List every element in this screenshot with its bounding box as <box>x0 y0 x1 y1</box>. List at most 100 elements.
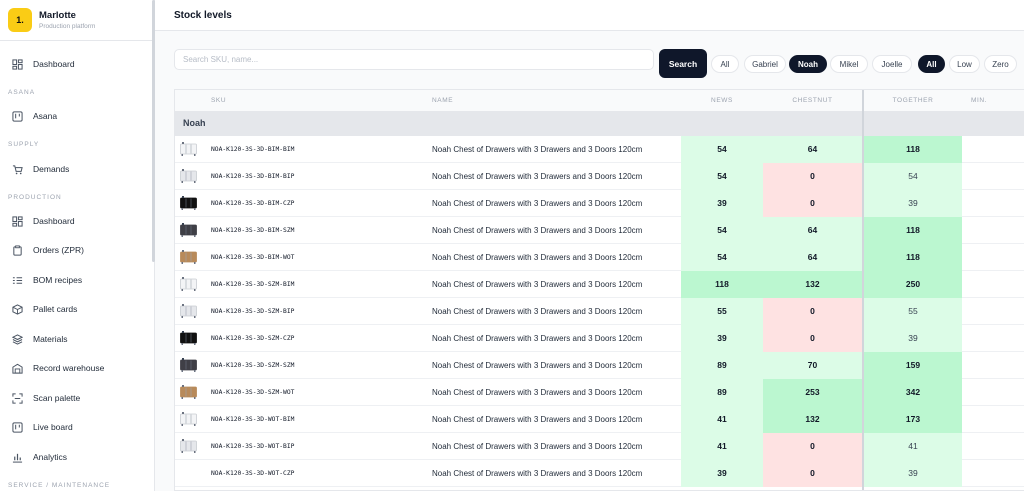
table-row[interactable]: NOA-K120-3S-3D-WOT-BIP Noah Chest of Draw… <box>175 433 1024 460</box>
table-row[interactable]: NOA-K120-3S-3D-BIM-WOT Noah Chest of Draw… <box>175 244 1024 271</box>
sku-cell: NOA-K120-3S-3D-SZM-BIP <box>211 308 295 315</box>
main-content: Stock levels Search AllGabrielNoahMikelJ… <box>155 0 1024 491</box>
sidebar-item-materials[interactable]: Materials <box>0 327 150 351</box>
together-cell: 41 <box>864 433 962 460</box>
package-icon <box>11 303 23 315</box>
owner-filter-joelle[interactable]: Joelle <box>872 55 912 73</box>
sidebar-item-live-board[interactable]: Live board <box>0 415 150 439</box>
news-cell: 39 <box>681 460 763 487</box>
name-cell: Noah Chest of Drawers with 3 Drawers and… <box>432 199 643 208</box>
section-supply: SUPPLY <box>8 141 40 148</box>
table-row[interactable]: NOA-K120-3S-3D-BIM-BIP Noah Chest of Draw… <box>175 163 1024 190</box>
table-row[interactable]: NOA-K120-3S-3D-BIM-SZM Noah Chest of Draw… <box>175 217 1024 244</box>
name-cell: Noah Chest of Drawers with 3 Drawers and… <box>432 145 643 154</box>
product-thumbnail <box>180 169 197 183</box>
sidebar-item-record-warehouse[interactable]: Record warehouse <box>0 356 150 380</box>
search-input[interactable] <box>174 49 654 70</box>
chestnut-cell: 132 <box>763 271 862 298</box>
news-cell: 54 <box>681 244 763 271</box>
sidebar-item-scan-palette[interactable]: Scan palette <box>0 386 150 410</box>
filter-bar: Search AllGabrielNoahMikelJoelle AllLowZ… <box>174 49 1024 79</box>
sidebar-item-orders-zpr[interactable]: Orders (ZPR) <box>0 238 150 262</box>
table-row[interactable]: NOA-K120-3S-3D-SZM-SZM Noah Chest of Draw… <box>175 352 1024 379</box>
sidebar-item-label: Scan palette <box>33 393 81 403</box>
news-cell: 39 <box>681 190 763 217</box>
table-row[interactable]: NOA-K120-3S-3D-SZM-BIP Noah Chest of Draw… <box>175 298 1024 325</box>
together-cell: 159 <box>864 352 962 379</box>
kanban-icon <box>11 421 23 433</box>
product-thumbnail <box>180 358 197 372</box>
sidebar-item-pallet-cards[interactable]: Pallet cards <box>0 297 150 321</box>
news-cell: 54 <box>681 163 763 190</box>
sidebar-item-dashboard[interactable]: Dashboard <box>0 209 150 233</box>
name-cell: Noah Chest of Drawers with 3 Drawers and… <box>432 226 643 235</box>
header-min[interactable]: MIN. <box>962 90 996 112</box>
sidebar-item-label: Demands <box>33 164 70 174</box>
group-row[interactable]: Noah <box>175 112 1024 136</box>
name-cell: Noah Chest of Drawers with 3 Drawers and… <box>432 442 643 451</box>
table-row[interactable]: NOA-K120-3S-3D-WOT-BIM Noah Chest of Draw… <box>175 406 1024 433</box>
together-cell: 118 <box>864 136 962 163</box>
name-cell: Noah Chest of Drawers with 3 Drawers and… <box>432 280 643 289</box>
name-cell: Noah Chest of Drawers with 3 Drawers and… <box>432 334 643 343</box>
sku-cell: NOA-K120-3S-3D-SZM-BIM <box>211 281 295 288</box>
sidebar-item-asana[interactable]: Asana <box>0 104 150 128</box>
logo: 1. <box>8 8 32 32</box>
brand[interactable]: 1. Marlotte Production platform <box>0 0 154 41</box>
section-asana: ASANA <box>8 89 36 96</box>
sku-cell: NOA-K120-3S-3D-SZM-SZM <box>211 362 295 369</box>
header-chestnut[interactable]: CHESTNUT <box>763 90 862 112</box>
table-row[interactable]: NOA-K120-3S-3D-SZM-WOT Noah Chest of Draw… <box>175 379 1024 406</box>
stock-filter-all[interactable]: All <box>918 55 945 73</box>
owner-filter-all[interactable]: All <box>711 55 739 73</box>
name-cell: Noah Chest of Drawers with 3 Drawers and… <box>432 307 643 316</box>
cart-icon <box>11 163 23 175</box>
sidebar-item-label: Orders (ZPR) <box>33 245 84 255</box>
product-thumbnail <box>180 277 197 291</box>
together-cell: 118 <box>864 217 962 244</box>
news-cell: 89 <box>681 352 763 379</box>
sku-cell: NOA-K120-3S-3D-WOT-BIP <box>211 443 295 450</box>
product-thumbnail <box>180 223 197 237</box>
sidebar-item-demands[interactable]: Demands <box>0 157 150 181</box>
table-row[interactable]: NOA-K120-3S-3D-SZM-BIM Noah Chest of Draw… <box>175 271 1024 298</box>
sku-cell: NOA-K120-3S-3D-BIM-BIP <box>211 173 295 180</box>
table-row[interactable]: NOA-K120-3S-3D-WOT-CZP Noah Chest of Draw… <box>175 460 1024 487</box>
together-cell: 250 <box>864 271 962 298</box>
product-thumbnail <box>180 466 197 480</box>
product-thumbnail <box>180 250 197 264</box>
stock-filter-low[interactable]: Low <box>949 55 980 73</box>
sku-cell: NOA-K120-3S-3D-WOT-CZP <box>211 470 295 477</box>
owner-filter-mikel[interactable]: Mikel <box>830 55 868 73</box>
sidebar-item-label: Dashboard <box>33 216 75 226</box>
sidebar-item-dashboard[interactable]: Dashboard <box>0 52 150 76</box>
dashboard-icon <box>11 58 23 70</box>
kanban-icon <box>11 110 23 122</box>
owner-filter-gabriel[interactable]: Gabriel <box>744 55 786 73</box>
table-row[interactable]: NOA-K120-3S-3D-SZM-CZP Noah Chest of Draw… <box>175 325 1024 352</box>
product-thumbnail <box>180 304 197 318</box>
stock-filter-zero[interactable]: Zero <box>984 55 1017 73</box>
sidebar-item-analytics[interactable]: Analytics <box>0 445 150 469</box>
chestnut-cell: 64 <box>763 244 862 271</box>
header-name[interactable]: NAME <box>432 90 453 112</box>
together-cell: 39 <box>864 460 962 487</box>
header-news[interactable]: NEWS <box>681 90 763 112</box>
chestnut-cell: 0 <box>763 163 862 190</box>
news-cell: 54 <box>681 136 763 163</box>
list-icon <box>11 274 23 286</box>
sidebar-item-label: Asana <box>33 111 58 121</box>
search-button[interactable]: Search <box>659 49 707 78</box>
owner-filter-noah[interactable]: Noah <box>789 55 827 73</box>
product-thumbnail <box>180 412 197 426</box>
header-together[interactable]: TOGETHER <box>864 90 962 112</box>
header-sku[interactable]: SKU <box>211 90 226 112</box>
table-row[interactable]: NOA-K120-3S-3D-BIM-BIM Noah Chest of Draw… <box>175 136 1024 163</box>
sidebar-item-bom-recipes[interactable]: BOM recipes <box>0 268 150 292</box>
section-service: SERVICE / MAINTENANCE <box>8 482 111 489</box>
together-cell: 342 <box>864 379 962 406</box>
table-row[interactable]: NOA-K120-3S-3D-BIM-CZP Noah Chest of Draw… <box>175 190 1024 217</box>
product-thumbnail <box>180 196 197 210</box>
news-cell: 41 <box>681 406 763 433</box>
together-cell: 39 <box>864 325 962 352</box>
